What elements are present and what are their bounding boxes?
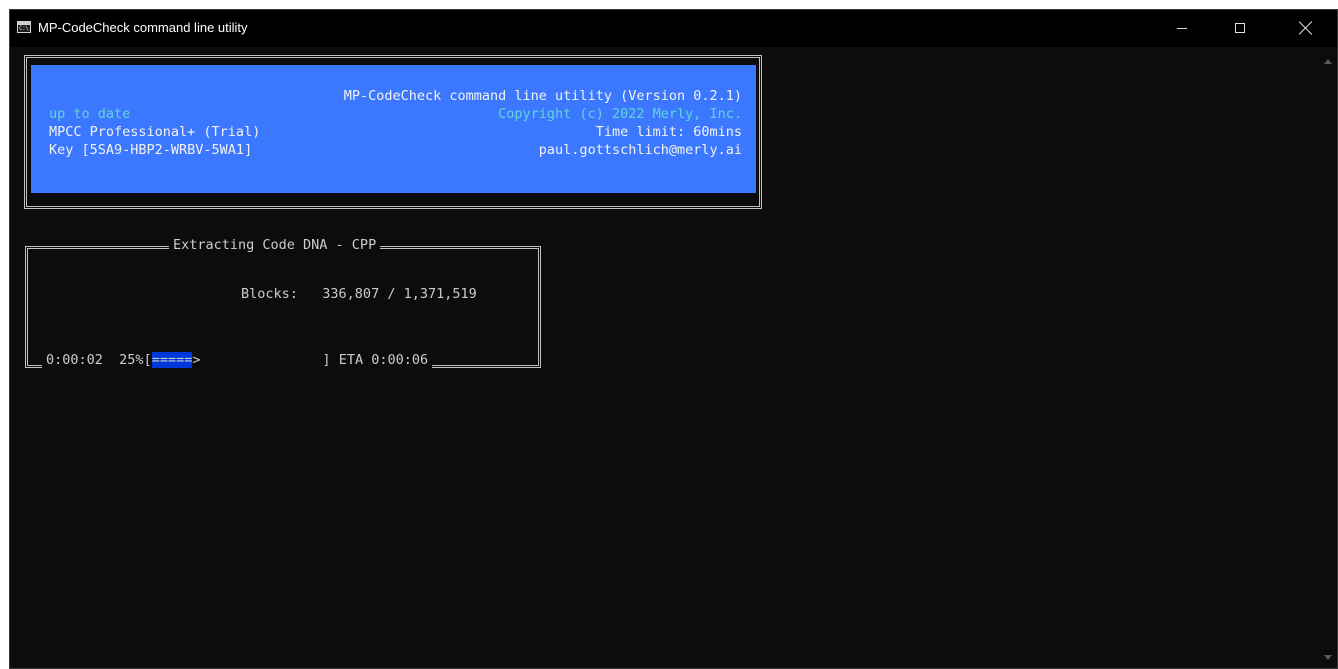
header-line-1: MP-CodeCheck command line utility (Versi…	[49, 87, 742, 105]
edition-text: MPCC Professional+ (Trial)	[49, 124, 261, 140]
product-version-text: MP-CodeCheck command line utility (Versi…	[343, 88, 742, 104]
maximize-button[interactable]	[1216, 10, 1262, 47]
progress-percent: 25%	[119, 352, 144, 368]
scroll-up-arrow-icon[interactable]	[1324, 59, 1332, 64]
update-status-text: up to date	[49, 106, 131, 122]
progress-bar-fill: =====	[151, 352, 193, 368]
title-bar[interactable]: C:\. MP-CodeCheck command line utility	[10, 10, 1337, 47]
minimize-icon	[1177, 28, 1187, 29]
console-app-icon[interactable]: C:\.	[17, 21, 32, 33]
maximize-icon	[1235, 23, 1245, 33]
eta-text: ETA 0:00:06	[338, 352, 429, 368]
copyright-text: Copyright (c) 2022 Merly, Inc.	[498, 106, 742, 122]
progress-bar-close: ]	[322, 352, 331, 368]
close-button[interactable]	[1282, 10, 1328, 47]
minimize-button[interactable]	[1159, 10, 1205, 47]
progress-title: Extracting Code DNA - CPP	[169, 235, 381, 255]
window-title: MP-CodeCheck command line utility	[38, 20, 248, 35]
header-line-3: MPCC Professional+ (Trial) Time limit: 6…	[49, 123, 742, 141]
close-icon	[1299, 21, 1313, 35]
progress-bar-open: [	[143, 352, 152, 368]
header-line-4: Key [5SA9-HBP2-WRBV-5WA1] paul.gottschli…	[49, 141, 742, 159]
blocks-label: Blocks:	[241, 286, 298, 302]
console-output[interactable]: MP-CodeCheck command line utility (Versi…	[10, 47, 1337, 668]
elapsed-time: 0:00:02	[46, 352, 103, 368]
user-email-text: paul.gottschlich@merly.ai	[538, 142, 742, 158]
scroll-down-arrow-icon[interactable]	[1324, 655, 1332, 660]
blocks-value: 336,807 / 1,371,519	[322, 286, 477, 302]
console-window: C:\. MP-CodeCheck command line utility M…	[9, 9, 1338, 669]
license-header-panel: MP-CodeCheck command line utility (Versi…	[31, 65, 756, 193]
progress-bar-head: >	[192, 352, 201, 368]
progress-status-line: 0:00:02 25%[=====> ] ETA 0:00:06	[42, 350, 433, 370]
blocks-counter: Blocks: 336,807 / 1,371,519	[241, 284, 477, 304]
console-app-icon-text: C:\.	[19, 25, 32, 32]
header-line-2: up to date Copyright (c) 2022 Merly, Inc…	[49, 105, 742, 123]
license-key-text: Key [5SA9-HBP2-WRBV-5WA1]	[49, 142, 253, 158]
vertical-scrollbar[interactable]	[1319, 47, 1337, 668]
time-limit-text: Time limit: 60mins	[595, 124, 742, 140]
